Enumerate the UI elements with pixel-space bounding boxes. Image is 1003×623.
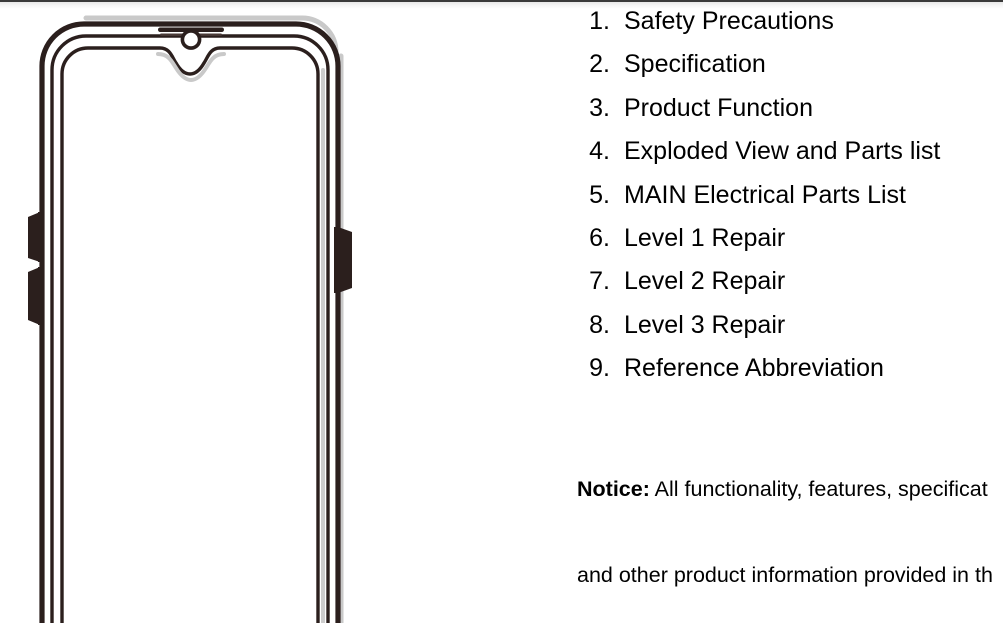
notice-lead-label: Notice: [577, 477, 650, 501]
toc-item-label: Specification [624, 50, 766, 79]
notice-line-text: All functionality, features, specificat [649, 477, 988, 501]
toc-item-number: 2. [589, 50, 610, 79]
toc-item-level-2-repair[interactable]: 7. Level 2 Repair [560, 260, 1003, 303]
notice-paragraph: Notice: All functionality, features, spe… [577, 418, 1003, 623]
toc-item-number: 7. [589, 267, 610, 296]
notice-line: Notice: All functionality, features, spe… [577, 475, 1003, 504]
toc-item-safety-precautions[interactable]: 1. Safety Precautions [560, 0, 1003, 43]
phone-screen-outline [60, 46, 320, 623]
table-of-contents-list: 1. Safety Precautions 2. Specification 3… [560, 0, 1003, 391]
notch-inner-shade [156, 52, 226, 83]
front-camera [180, 29, 202, 50]
volume-down-button-stem [38, 267, 44, 325]
toc-item-label: MAIN Electrical Parts List [624, 180, 907, 209]
toc-item-number: 3. [589, 93, 610, 122]
notice-line: and other product information provided i… [577, 562, 993, 587]
toc-item-label: Product Function [624, 93, 813, 122]
volume-up-button-stem [38, 212, 44, 262]
toc-item-number: 6. [589, 223, 610, 252]
toc-item-label: Level 2 Repair [624, 267, 786, 296]
power-button [338, 227, 352, 293]
toc-item-number: 5. [589, 180, 610, 209]
toc-item-label: Exploded View and Parts list [624, 137, 941, 166]
toc-item-number: 1. [589, 7, 610, 35]
toc-item-number: 8. [589, 310, 610, 339]
toc-item-exploded-view-and-parts-list[interactable]: 4. Exploded View and Parts list [560, 130, 1003, 173]
phone-figure [0, 0, 380, 623]
toc-item-label: Level 1 Repair [624, 223, 786, 252]
toc-item-product-function[interactable]: 3. Product Function [560, 87, 1003, 130]
toc-item-reference-abbreviation[interactable]: 9. Reference Abbreviation [560, 347, 1003, 390]
toc-item-main-electrical-parts-list[interactable]: 5. MAIN Electrical Parts List [560, 174, 1003, 217]
power-button-stem [334, 227, 340, 293]
toc-item-level-3-repair[interactable]: 8. Level 3 Repair [560, 304, 1003, 347]
toc-item-specification[interactable]: 2. Specification [560, 43, 1003, 86]
document-page: 1. Safety Precautions 2. Specification 3… [0, 0, 1003, 623]
contents-column: 1. Safety Precautions 2. Specification 3… [560, 0, 1003, 623]
phone-outer-body [39, 21, 341, 623]
toc-item-label: Level 3 Repair [624, 310, 786, 339]
toc-item-label: Reference Abbreviation [624, 354, 884, 383]
toc-item-number: 4. [589, 137, 610, 166]
smartphone-front-view-diagram [28, 15, 352, 623]
phone-middle-frame [50, 34, 330, 623]
toc-item-label: Safety Precautions [624, 7, 834, 35]
phone-shadow-lines [83, 15, 344, 623]
toc-item-number: 9. [589, 354, 610, 383]
toc-item-level-1-repair[interactable]: 6. Level 1 Repair [560, 217, 1003, 260]
